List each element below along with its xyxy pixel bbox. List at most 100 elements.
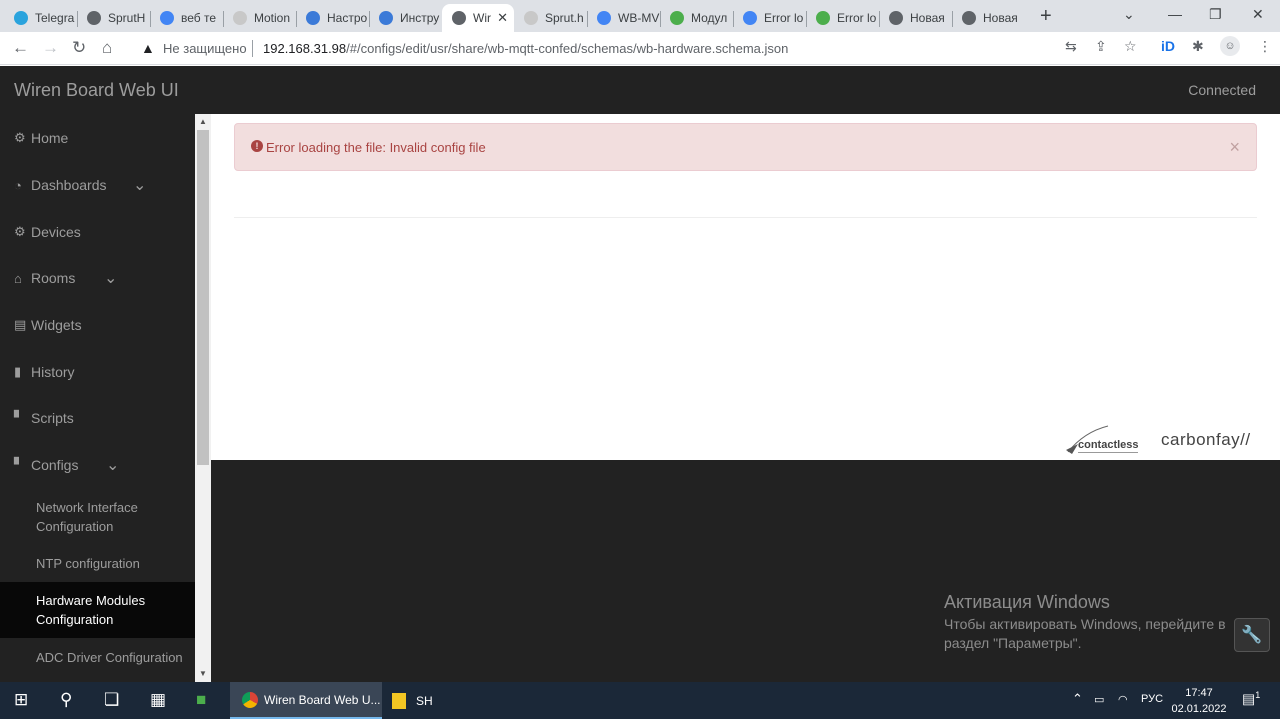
clock-time: 17:47	[1185, 687, 1213, 699]
scroll-thumb[interactable]	[197, 130, 209, 465]
list-icon: ▤	[14, 317, 27, 332]
evernote-icon[interactable]: ■	[196, 690, 206, 710]
sidebar-item-history[interactable]: ▮ History	[14, 362, 75, 382]
browser-tab[interactable]: SprutH	[77, 4, 150, 32]
tab-list: Telegra SprutH веб те Motion Настро Инстру Wir…	[4, 4, 1025, 32]
sidebar-item-label: Dashboards	[31, 177, 107, 193]
google-icon	[597, 11, 611, 25]
translate-icon[interactable]: ⇆	[1065, 38, 1077, 55]
menu-kebab-icon[interactable]: ⋮	[1258, 38, 1272, 55]
sidebar-item-scripts[interactable]: ▘ Scripts	[14, 408, 74, 428]
forward-icon[interactable]: →	[42, 38, 59, 58]
chevron-down-icon[interactable]: ⌄	[133, 175, 146, 195]
browser-tab[interactable]: Новая	[952, 4, 1025, 32]
profile-avatar-icon[interactable]: ☺	[1220, 36, 1240, 56]
chevron-down-icon[interactable]: ⌄	[104, 268, 117, 288]
sidebar-scrollbar[interactable]: ▲ ▼	[195, 114, 211, 682]
browser-tab[interactable]: Sprut.h	[514, 4, 587, 32]
file-icon: ▘	[14, 457, 24, 472]
minimize-icon[interactable]: —	[1168, 6, 1182, 22]
tab-title: Error lo	[764, 11, 804, 25]
config-item-ntp[interactable]: NTP configuration	[0, 554, 195, 573]
chevron-down-icon[interactable]: ⌄	[106, 455, 119, 475]
config-item-network-interface[interactable]: Network Interface Configuration	[0, 498, 195, 536]
browser-tab[interactable]: веб те	[150, 4, 223, 32]
task-view-icon[interactable]: ❏	[104, 690, 119, 710]
chrome-icon	[962, 11, 976, 25]
windows-taskbar: ⊞ ⚲ ❏ ▦ ■ Wiren Board Web U... SH ⌃ ▭ ◠ …	[0, 682, 1280, 719]
tab-search-icon[interactable]: ⌄	[1123, 6, 1135, 23]
taskbar-app-chrome[interactable]: Wiren Board Web U...	[230, 682, 382, 719]
browser-tab[interactable]: Error lo	[806, 4, 879, 32]
config-item-hardware-modules[interactable]: Hardware Modules Configuration	[0, 582, 195, 638]
tray-chevron-up-icon[interactable]: ⌃	[1072, 691, 1083, 707]
new-tab-button[interactable]: +	[1040, 5, 1052, 28]
browser-tab[interactable]: Настро	[296, 4, 369, 32]
browser-tab[interactable]: Модул	[660, 4, 733, 32]
search-icon[interactable]: ⚲	[60, 690, 72, 710]
chrome-icon	[889, 11, 903, 25]
maximize-icon[interactable]: ❐	[1209, 6, 1222, 23]
omnibox-divider	[252, 40, 253, 57]
sidebar-item-rooms[interactable]: ⌂ Rooms	[14, 268, 75, 288]
battery-icon[interactable]: ▭	[1094, 693, 1104, 706]
taskbar-app-folder[interactable]: SH	[384, 682, 504, 719]
tab-title: Sprut.h	[545, 11, 584, 25]
close-window-icon[interactable]: ✕	[1252, 6, 1264, 23]
browser-tab[interactable]: Error lo	[733, 4, 806, 32]
back-icon[interactable]: ←	[12, 38, 29, 58]
sidebar-item-label: Widgets	[31, 317, 82, 333]
sidebar-item-configs[interactable]: ▘ Configs	[14, 455, 78, 475]
tab-title: Новая	[983, 11, 1018, 25]
tab-title: Модул	[691, 11, 728, 25]
browser-tab[interactable]: Инстру	[369, 4, 442, 32]
tab-title: веб те	[181, 11, 217, 25]
scroll-down-icon[interactable]: ▼	[199, 669, 207, 678]
sidebar: ⚙ Home ◔ Dashboards ⌄ ⚙ Devices ⌂ Rooms …	[0, 114, 195, 682]
browser-tab[interactable]: Новая	[879, 4, 952, 32]
browser-tab[interactable]: WB-MV	[587, 4, 660, 32]
clock[interactable]: 17:47 02.01.2022	[1170, 685, 1228, 717]
store-icon[interactable]: ▦	[150, 690, 166, 710]
browser-tab[interactable]: Wir ✕	[442, 4, 514, 32]
browser-tab[interactable]: Telegra	[4, 4, 77, 32]
brand-title[interactable]: Wiren Board Web UI	[14, 80, 179, 101]
google-icon	[160, 11, 174, 25]
error-message: Error loading the file: Invalid config f…	[266, 140, 486, 155]
id-extension-icon[interactable]: iD	[1161, 38, 1175, 54]
notification-count: 1	[1255, 690, 1261, 700]
home-button-icon[interactable]: ⌂	[102, 38, 112, 58]
language-indicator[interactable]: РУС	[1141, 693, 1163, 705]
sidebar-item-home[interactable]: ⚙ Home	[14, 128, 68, 148]
bookmark-star-icon[interactable]: ☆	[1124, 38, 1137, 55]
reload-icon[interactable]: ↻	[72, 38, 86, 58]
gear-icon: ⚙	[14, 130, 26, 145]
tab-title: WB-MV	[618, 11, 660, 25]
sidebar-item-devices[interactable]: ⚙ Devices	[14, 222, 81, 242]
address-bar[interactable]: ▲ Не защищено 192.168.31.98/#/configs/ed…	[130, 35, 1150, 62]
dashboard-icon: ◔	[14, 177, 22, 193]
extensions-puzzle-icon[interactable]: ✱	[1192, 38, 1204, 55]
close-icon[interactable]: ×	[1229, 137, 1240, 158]
sidebar-item-widgets[interactable]: ▤ Widgets	[14, 315, 82, 335]
windows-start-icon[interactable]: ⊞	[14, 690, 28, 710]
close-tab-icon[interactable]: ✕	[497, 10, 508, 26]
url-text[interactable]: 192.168.31.98/#/configs/edit/usr/share/w…	[263, 41, 788, 56]
config-item-adc-driver[interactable]: ADC Driver Configuration	[0, 648, 195, 667]
config-item-line: Configuration	[36, 519, 114, 534]
wifi-icon[interactable]: ◠	[1118, 693, 1128, 706]
browser-tab[interactable]: Motion	[223, 4, 296, 32]
contactless-logo-text: contactless	[1078, 439, 1139, 451]
tab-title: Новая	[910, 11, 945, 25]
globe-icon	[452, 11, 466, 25]
share-icon[interactable]: ⇪	[1095, 38, 1107, 55]
browser-tab-strip: Telegra SprutH веб те Motion Настро Инстру Wir…	[0, 0, 1280, 32]
wrench-icon[interactable]: 🔧	[1234, 618, 1270, 652]
notifications-icon[interactable]: ▤1	[1242, 690, 1260, 708]
sidebar-item-dashboards[interactable]: ◔ Dashboards	[14, 175, 107, 195]
scroll-up-icon[interactable]: ▲	[199, 117, 207, 126]
error-alert: ! Error loading the file: Invalid config…	[234, 123, 1257, 171]
config-item-line: Hardware Modules	[36, 593, 146, 608]
config-item-line: ADC Driver Configuration	[36, 650, 183, 665]
config-item-line: NTP configuration	[36, 556, 140, 571]
